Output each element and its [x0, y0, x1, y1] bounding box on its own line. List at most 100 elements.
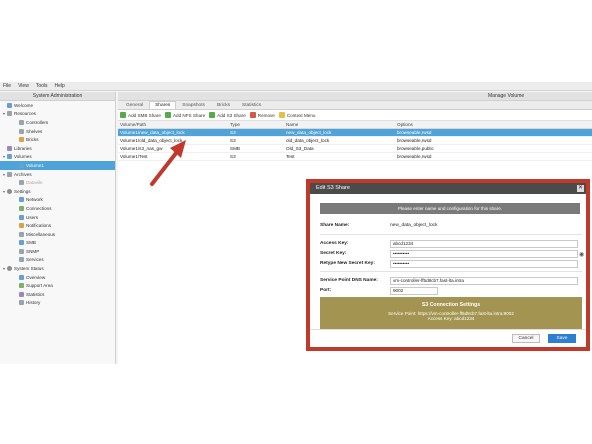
cell-path: Volume1/old_data_object_lock [120, 138, 183, 143]
table-row[interactable]: Volume1/Test S3 Test browseable,rwsd [118, 153, 592, 161]
sidebar-item-users[interactable]: Users [0, 213, 115, 222]
add-s3-share-button[interactable]: Add S3 Share [209, 112, 246, 118]
sidebar-item-connections[interactable]: Connections [0, 204, 115, 213]
sidebar-item-datavile[interactable]: Datavile [0, 178, 115, 187]
edit-s3-share-dialog: Edit S3 Share ✕ Please enter name and co… [306, 179, 590, 351]
table-row[interactable]: Volume1/new_data_object_lock S3 new_data_o… [118, 129, 592, 137]
sidebar-item-system-status[interactable]: ▾ System Status [0, 264, 115, 273]
sidebar-item-libraries[interactable]: Libraries [0, 144, 115, 153]
sidebar-item-shelves[interactable]: Shelves [0, 127, 115, 136]
table-row[interactable]: Volume1/old_data_object_lock S3 old_data_o… [118, 137, 592, 145]
cell-path: Volume1/Test [120, 154, 148, 159]
toolbar: Add SMB Share Add NFS Share Add S3 Share… [118, 110, 592, 121]
sidebar-item-label: Services [26, 257, 44, 263]
menu-file[interactable]: File [3, 83, 11, 89]
tab-bricks[interactable]: Bricks [211, 101, 236, 109]
save-button[interactable]: Save [548, 334, 576, 343]
share-name-value: new_data_object_lock [390, 223, 438, 228]
statistics-icon [19, 291, 24, 297]
sidebar-item-miscellaneous[interactable]: Miscellaneous [0, 230, 115, 239]
connection-settings-box: S3 Connection Settings Service Point: ht… [320, 297, 582, 329]
connection-settings-title: S3 Connection Settings [421, 302, 481, 308]
column-header-path[interactable]: Volume/Path [118, 122, 230, 127]
retype-key-field[interactable]: •••••••••• [390, 259, 578, 268]
support-icon [19, 283, 24, 289]
sidebar-item-settings[interactable]: ▾ Settings [0, 187, 115, 196]
network-icon [19, 197, 24, 203]
sidebar-item-snmp[interactable]: SNMP [0, 247, 115, 256]
sidebar-item-volume1[interactable]: Volume1 [0, 161, 115, 170]
sidebar-item-resources[interactable]: ▾ Resources [0, 110, 115, 119]
eye-icon[interactable]: ◉ [579, 252, 585, 258]
share-name-row: Share Name: new_data_object_lock [320, 221, 582, 230]
table-row[interactable]: Volume1/s3_nas_gw SMB Old_S3_Data browseabl… [118, 145, 592, 153]
sidebar-item-label: SNMP [26, 248, 40, 254]
sidebar-item-history[interactable]: History [0, 299, 115, 308]
dns-row: Service Point DNS Name: vm-controller-ff… [320, 276, 582, 285]
sidebar-item-statistics[interactable]: Statistics [0, 290, 115, 299]
volume-icon [7, 154, 12, 160]
access-key-text: Access Key: abcd1234 [427, 316, 475, 321]
cancel-button[interactable]: Cancel [512, 334, 540, 343]
misc-icon [19, 231, 24, 237]
remove-icon [249, 112, 256, 118]
add-smb-share-button[interactable]: Add SMB Share [120, 112, 161, 118]
tab-general[interactable]: General [120, 101, 149, 109]
divider [320, 234, 582, 235]
secret-key-row: Secret Key: •••••••••• ◉ [320, 249, 584, 258]
sidebar-item-label: Settings [14, 188, 31, 194]
context-menu-button[interactable]: Context Menu [278, 112, 316, 118]
table-header: Volume/Path Type Name Options [118, 121, 592, 129]
controller-icon [19, 119, 24, 125]
sidebar-item-label: Datavile [26, 180, 43, 186]
shelf-icon [19, 128, 24, 134]
sidebar-item-notifications[interactable]: Notifications [0, 221, 115, 230]
sidebar-item-welcome[interactable]: Welcome [0, 101, 115, 110]
add-nfs-share-button[interactable]: Add NFS Share [164, 112, 206, 118]
table-body: Volume1/new_data_object_lock S3 new_data_o… [118, 129, 592, 161]
resources-icon [7, 111, 12, 117]
sidebar-item-services[interactable]: Services [0, 256, 115, 265]
dialog-title-bar: Edit S3 Share ✕ [310, 183, 586, 194]
sidebar-item-label: Bricks [26, 137, 39, 143]
sidebar-item-support-area[interactable]: Support Area [0, 281, 115, 290]
secret-key-field[interactable]: •••••••••• ◉ [390, 249, 584, 258]
status-icon [7, 266, 12, 272]
shares-table: Volume/Path Type Name Options Volume1/ne… [118, 121, 592, 161]
cell-type: SMB [230, 146, 240, 151]
sidebar-item-label: Network [26, 197, 43, 203]
tab-shares[interactable]: Shares [149, 101, 177, 109]
sidebar-item-label: Shelves [26, 128, 43, 134]
tab-snapshots[interactable]: Snapshots [176, 101, 211, 109]
sidebar-item-smb[interactable]: SMB [0, 239, 115, 248]
add-nfs-share-label: Add NFS Share [172, 112, 206, 118]
retype-key-row: Retype New Secret Key: •••••••••• [320, 259, 582, 268]
share-name-label: Share Name: [320, 223, 350, 228]
close-icon[interactable]: ✕ [577, 185, 584, 192]
sidebar-item-overview[interactable]: Overview [0, 273, 115, 282]
menu-help[interactable]: Help [55, 83, 65, 89]
sidebar-item-label: Resources [14, 111, 36, 117]
secret-key-value: •••••••••• [393, 250, 410, 256]
users-icon [19, 214, 24, 220]
menu-tools[interactable]: Tools [36, 83, 48, 89]
sidebar-item-network[interactable]: Network [0, 196, 115, 205]
menu-view[interactable]: View [18, 83, 29, 89]
port-field[interactable]: 9002 [390, 286, 438, 295]
tab-statistics[interactable]: Statistics [236, 101, 267, 109]
column-header-options[interactable]: Options [397, 122, 577, 127]
sidebar-item-bricks[interactable]: Bricks [0, 135, 115, 144]
sidebar-item-controllers[interactable]: Controllers [0, 118, 115, 127]
context-menu-label: Context Menu [286, 112, 316, 118]
sidebar-item-volumes[interactable]: ▾ Volumes [0, 153, 115, 162]
cell-options: browseable,rwsd [397, 138, 432, 143]
sidebar-item-archives[interactable]: ▾ Archives [0, 170, 115, 179]
brick-icon [19, 137, 24, 143]
remove-button[interactable]: Remove [249, 112, 275, 118]
archive-icon [19, 180, 24, 186]
snmp-icon [19, 248, 24, 254]
column-header-name[interactable]: Name [286, 122, 397, 127]
dns-field[interactable]: vm-controller-ff5d8cb7.fast-lta.intra [390, 276, 578, 285]
access-key-field[interactable]: abcd1234 [390, 239, 578, 248]
column-header-type[interactable]: Type [230, 122, 286, 127]
